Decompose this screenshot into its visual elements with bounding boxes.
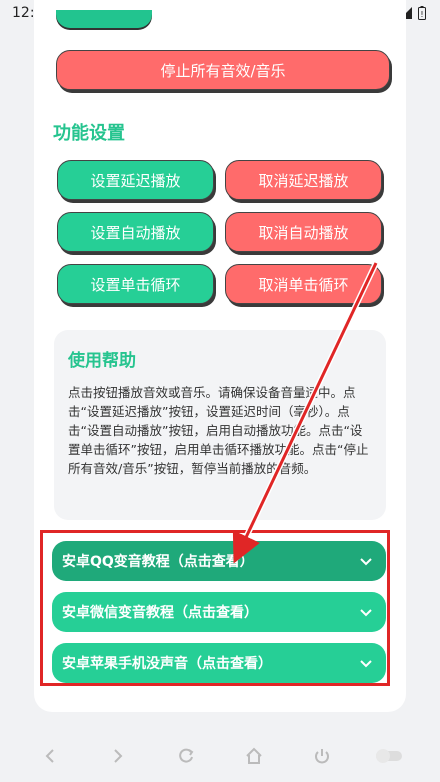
navigation-bar <box>0 730 440 782</box>
stop-all-button[interactable]: 停止所有音效/音乐 <box>56 50 390 90</box>
battery-icon: ! <box>418 6 426 20</box>
section-title: 功能设置 <box>53 123 125 144</box>
highlight-box <box>40 530 390 686</box>
help-text: 点击按钮播放音效或音乐。请确保设备音量适中。点击“设置延迟播放”按钮，设置延迟时… <box>68 385 369 476</box>
refresh-icon[interactable] <box>170 740 202 772</box>
set-loop-button[interactable]: 设置单击循环 <box>57 264 214 304</box>
cancel-auto-button[interactable]: 取消自动播放 <box>225 212 382 252</box>
toggle-icon[interactable] <box>374 740 406 772</box>
svg-text:!: ! <box>420 10 423 19</box>
set-delay-button[interactable]: 设置延迟播放 <box>57 160 214 200</box>
forward-icon[interactable] <box>102 740 134 772</box>
help-title: 使用帮助 <box>68 351 136 371</box>
cancel-loop-button[interactable]: 取消单击循环 <box>225 264 382 304</box>
help-panel: 使用帮助 点击按钮播放音效或音乐。请确保设备音量适中。点击“设置延迟播放”按钮，… <box>54 330 386 520</box>
home-icon[interactable] <box>238 740 270 772</box>
previous-button-partial[interactable] <box>56 10 152 28</box>
power-icon[interactable] <box>306 740 338 772</box>
cancel-delay-button[interactable]: 取消延迟播放 <box>225 160 382 200</box>
set-auto-button[interactable]: 设置自动播放 <box>57 212 214 252</box>
back-icon[interactable] <box>34 740 66 772</box>
